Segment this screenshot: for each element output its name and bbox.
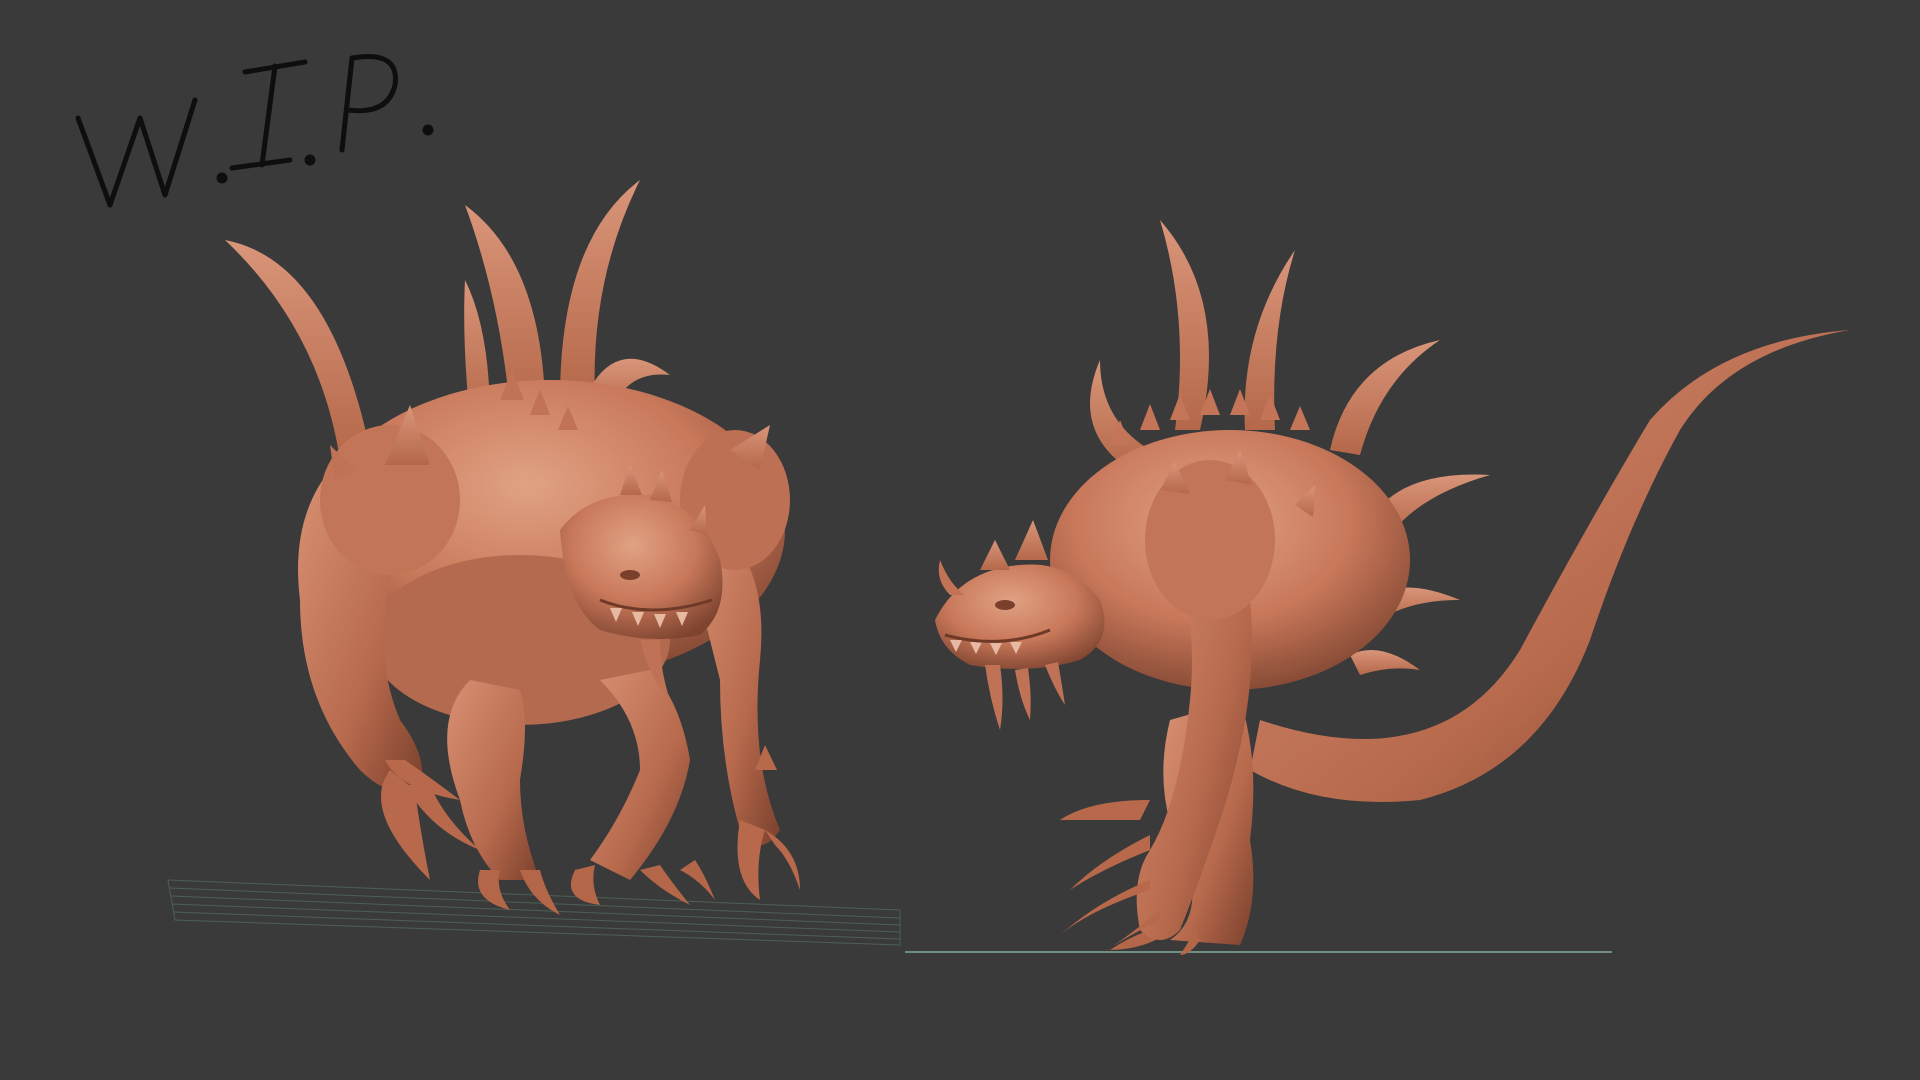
viewport-canvas <box>75 54 1850 955</box>
creature-side-view <box>905 220 1850 955</box>
handwritten-wip-mark <box>75 54 434 208</box>
sculpt-viewport: W.I.P. <box>0 0 1920 1080</box>
creature-front-view <box>167 180 901 946</box>
